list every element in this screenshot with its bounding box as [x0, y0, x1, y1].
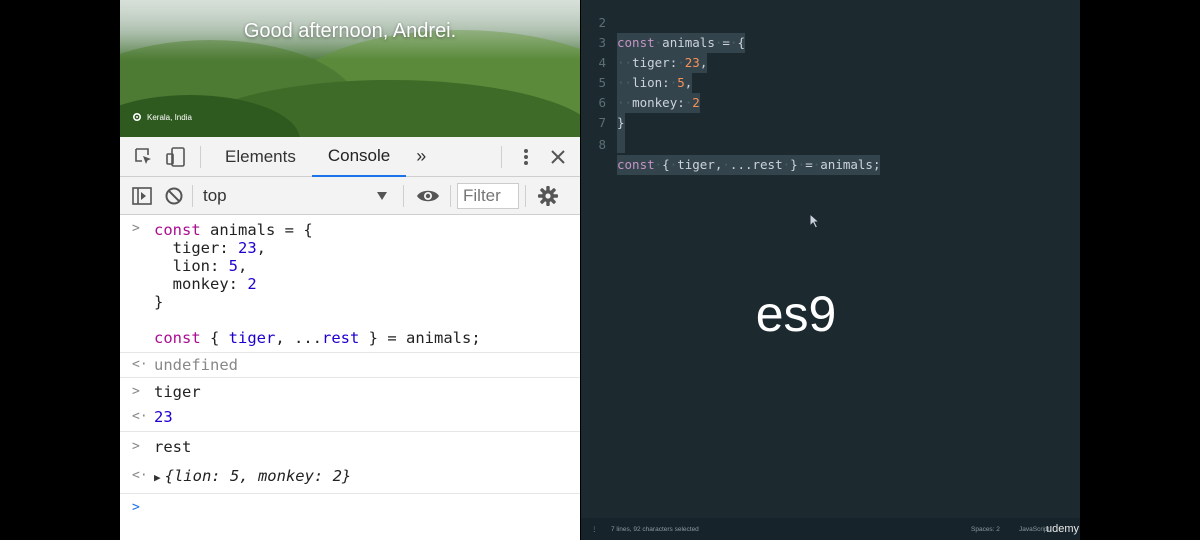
input-prompt-icon: > — [132, 384, 140, 399]
result-value: undefined — [154, 356, 238, 374]
device-toolbar-icon[interactable] — [160, 137, 192, 177]
kebab-menu-icon[interactable] — [510, 137, 542, 177]
console-input-entry: > const animals = { tiger: 23, lion: 5, … — [120, 215, 580, 353]
editor-line: 2 const·animals·=·{ — [581, 0, 1080, 53]
selection-status: 7 lines, 92 characters selected — [611, 525, 699, 533]
divider — [450, 184, 451, 207]
input-prompt-icon: > — [132, 221, 140, 236]
console-prompt[interactable]: > — [120, 494, 580, 524]
divider — [403, 184, 404, 207]
editor-line: 5 ··monkey:·2 — [581, 53, 1080, 113]
editor-line: 6 } — [581, 73, 1080, 133]
console-result-entry[interactable]: <· ▶ {lion: 5, monkey: 2} — [120, 461, 580, 494]
inspect-element-icon[interactable] — [128, 137, 160, 177]
result-object[interactable]: ▶ {lion: 5, monkey: 2} — [154, 467, 580, 487]
new-tab-background: Good afternoon, Andrei. Kerala, India — [120, 0, 580, 137]
language-status[interactable]: JavaScript — [1019, 526, 1049, 533]
console-result-entry: <· undefined — [120, 353, 580, 378]
filter-input[interactable] — [457, 182, 519, 209]
console-input-entry: > rest — [120, 432, 580, 461]
greeting-text: Good afternoon, Andrei. — [243, 20, 457, 42]
result-value: 23 — [154, 408, 173, 426]
code-line: lion: 5, — [154, 257, 248, 275]
console-output[interactable]: > const animals = { tiger: 23, lion: 5, … — [120, 215, 580, 540]
gear-icon — [132, 112, 142, 122]
code-line: tiger: 23, — [154, 239, 267, 257]
tab-console[interactable]: Console — [311, 137, 407, 177]
clear-console-icon[interactable] — [158, 176, 190, 216]
divider — [192, 184, 193, 207]
settings-gear-icon[interactable] — [532, 176, 564, 216]
console-result-entry: <· 23 — [120, 406, 580, 432]
status-bar: ⋮ 7 lines, 92 characters selected Spaces… — [581, 518, 1080, 540]
code-editor[interactable]: 2 const·animals·=·{ 3 ··tiger:·23, 4 ··l… — [581, 0, 1080, 540]
tab-elements[interactable]: Elements — [209, 137, 312, 177]
editor-line: 4 ··lion:·5, — [581, 33, 1080, 93]
eye-icon[interactable] — [412, 176, 444, 216]
input-text: tiger — [154, 383, 201, 401]
divider — [525, 184, 526, 207]
code-line: } — [154, 293, 164, 311]
browser-window: Good afternoon, Andrei. Kerala, India El… — [120, 0, 580, 540]
show-sidebar-icon[interactable] — [126, 176, 158, 216]
more-tabs-button[interactable]: » — [406, 137, 436, 177]
input-text: rest — [154, 438, 192, 456]
result-arrow-icon: <· — [132, 468, 148, 483]
editor-line: 7 — [581, 93, 1080, 153]
input-prompt-icon: > — [132, 439, 140, 454]
result-arrow-icon: <· — [132, 357, 148, 372]
close-icon[interactable] — [542, 137, 574, 177]
indent-status[interactable]: Spaces: 2 — [971, 526, 1000, 533]
expand-triangle-icon[interactable]: ▶ — [154, 471, 161, 484]
result-arrow-icon: <· — [132, 409, 148, 424]
divider — [501, 145, 502, 168]
mouse-cursor-icon — [809, 213, 821, 229]
photo-location[interactable]: Kerala, India — [132, 112, 192, 122]
udemy-logo: udemy — [1046, 523, 1080, 535]
divider — [200, 145, 201, 168]
dropdown-arrow-icon — [377, 191, 387, 200]
console-input-entry: > tiger — [120, 378, 580, 406]
context-selector[interactable]: top — [195, 181, 395, 211]
location-label: Kerala, India — [147, 112, 192, 122]
overlay-title: es9 — [755, 286, 837, 342]
devtools-tabbar: Elements Console » — [120, 137, 580, 177]
code-line: const animals = { — [154, 221, 313, 239]
console-toolbar: top — [120, 177, 580, 215]
editor-line: 3 ··tiger:·23, — [581, 13, 1080, 73]
status-menu-icon[interactable]: ⋮ — [591, 525, 598, 533]
code-line: monkey: 2 — [154, 275, 257, 293]
context-value: top — [203, 185, 227, 205]
prompt-caret-icon: > — [132, 500, 140, 515]
code-line: const { tiger, ...rest } = animals; — [154, 329, 481, 347]
result-value: {lion: 5, monkey: 2} — [164, 467, 352, 485]
editor-line: 8 const·{·tiger,·...rest·}·=·animals; — [581, 115, 1080, 175]
